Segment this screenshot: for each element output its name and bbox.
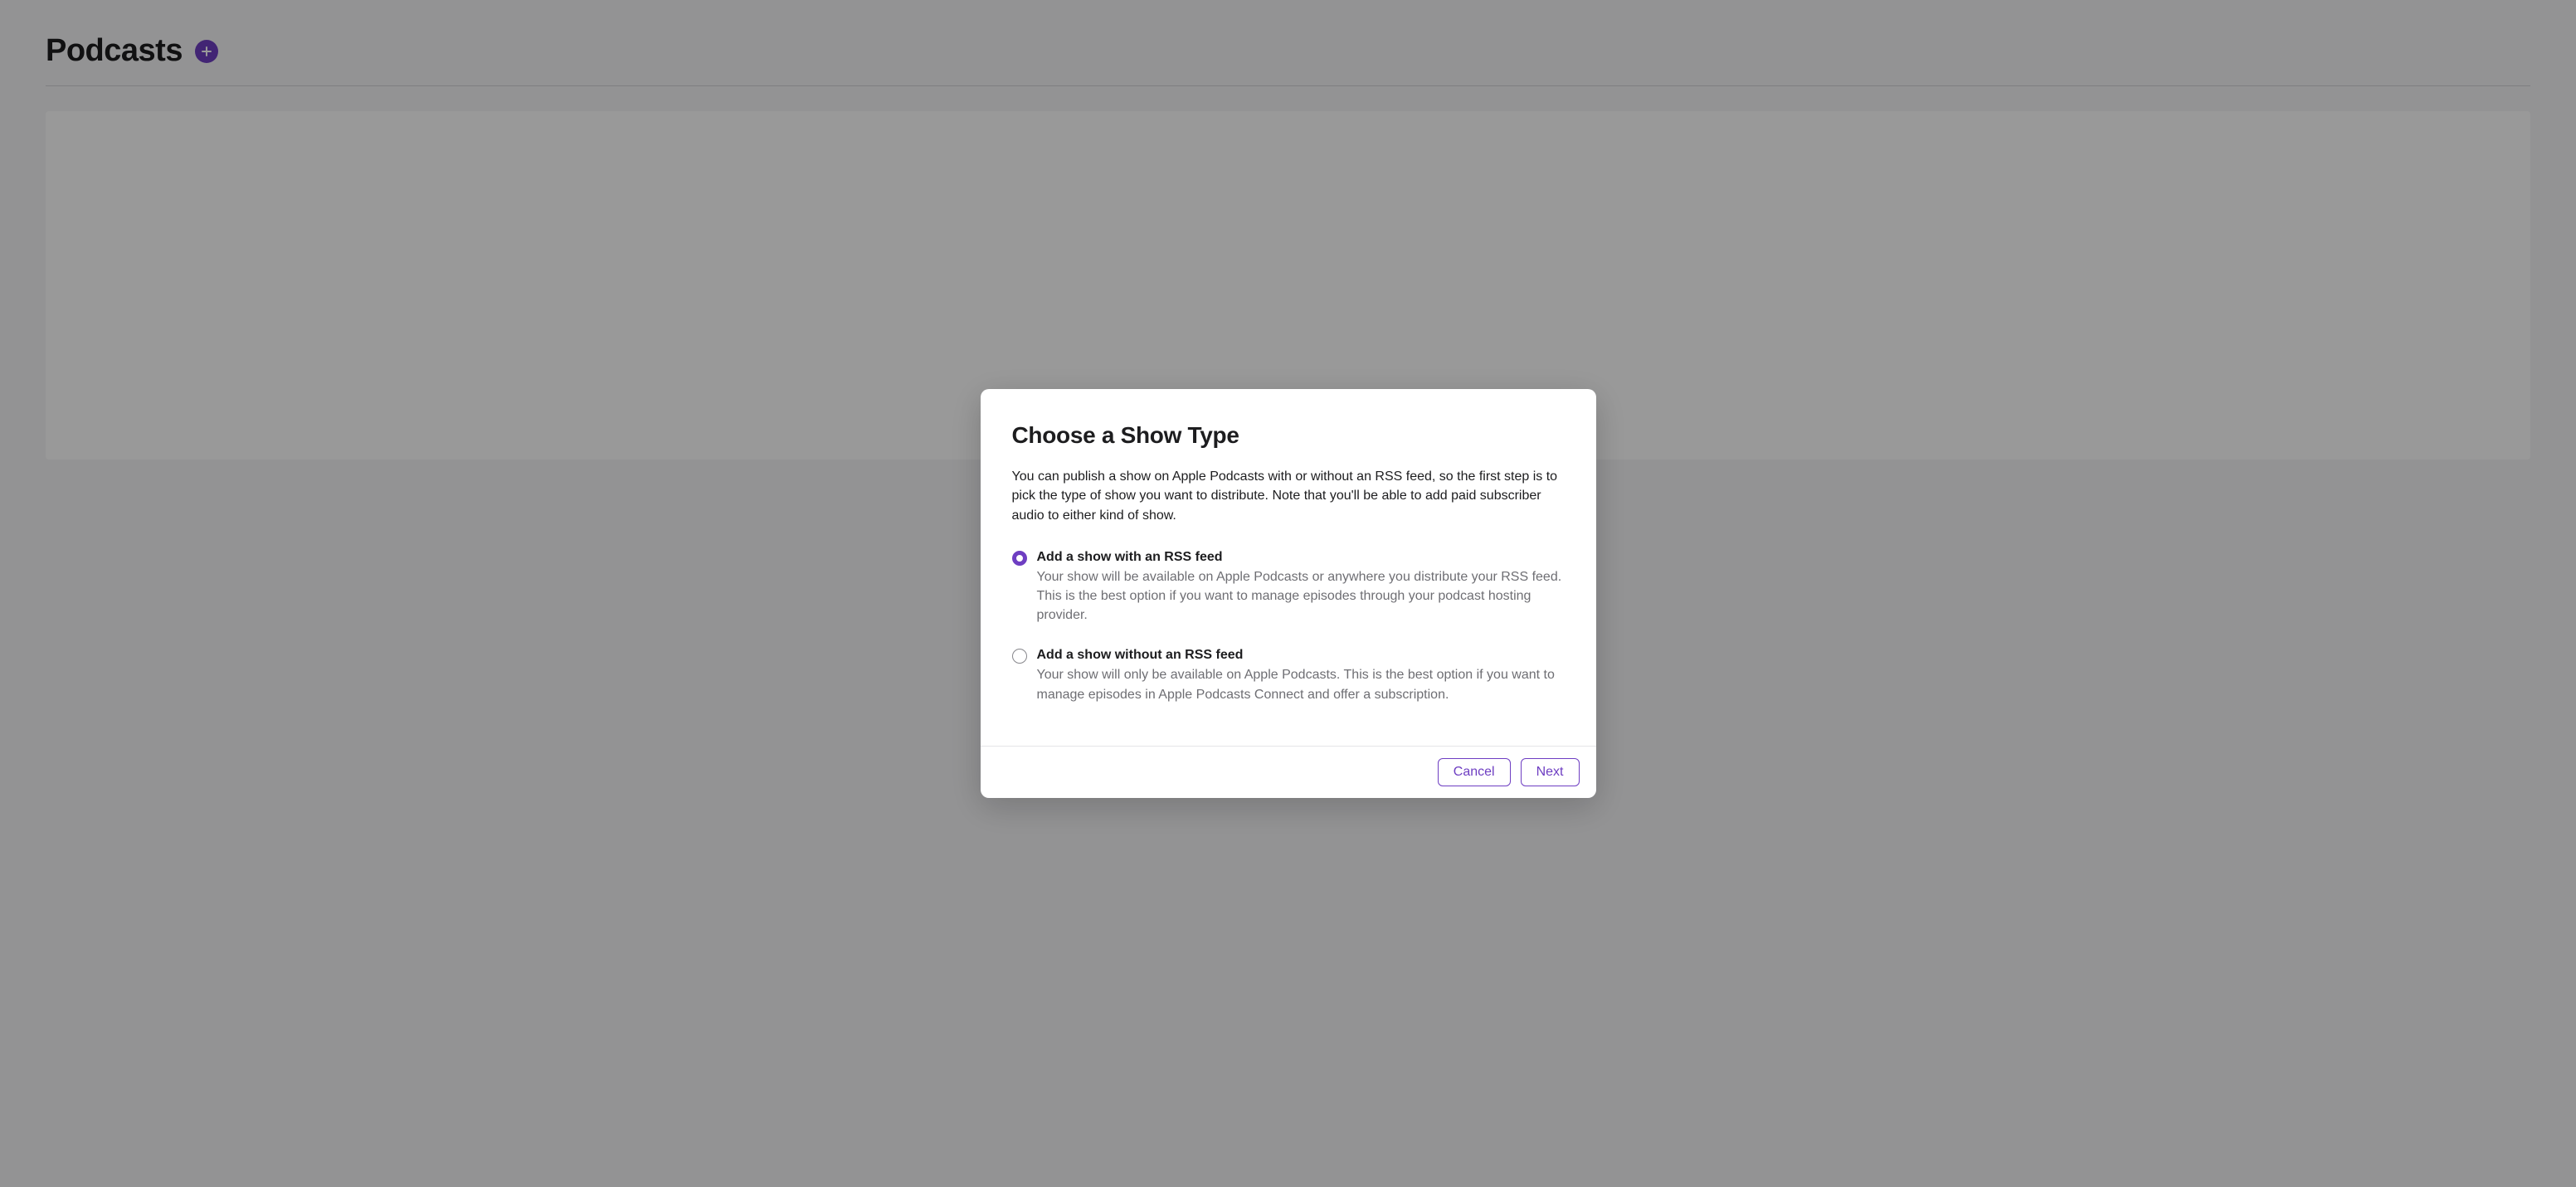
radio-content: Add a show with an RSS feed Your show wi… [1037, 550, 1565, 625]
radio-option-rss[interactable]: Add a show with an RSS feed Your show wi… [1012, 550, 1565, 625]
radio-input-no-rss[interactable] [1012, 649, 1027, 664]
radio-description-rss: Your show will be available on Apple Pod… [1037, 567, 1565, 625]
radio-content: Add a show without an RSS feed Your show… [1037, 648, 1565, 703]
modal-body: Choose a Show Type You can publish a sho… [981, 389, 1596, 746]
radio-input-rss[interactable] [1012, 551, 1027, 566]
radio-option-no-rss[interactable]: Add a show without an RSS feed Your show… [1012, 648, 1565, 703]
radio-label-rss: Add a show with an RSS feed [1037, 550, 1565, 565]
modal-footer: Cancel Next [981, 746, 1596, 798]
modal-title: Choose a Show Type [1012, 422, 1565, 449]
radio-description-no-rss: Your show will only be available on Appl… [1037, 665, 1565, 703]
modal-description: You can publish a show on Apple Podcasts… [1012, 467, 1565, 525]
next-button[interactable]: Next [1521, 758, 1580, 786]
modal-overlay: Choose a Show Type You can publish a sho… [0, 0, 2576, 1187]
choose-show-type-modal: Choose a Show Type You can publish a sho… [981, 389, 1596, 798]
cancel-button[interactable]: Cancel [1438, 758, 1511, 786]
radio-label-no-rss: Add a show without an RSS feed [1037, 648, 1565, 663]
